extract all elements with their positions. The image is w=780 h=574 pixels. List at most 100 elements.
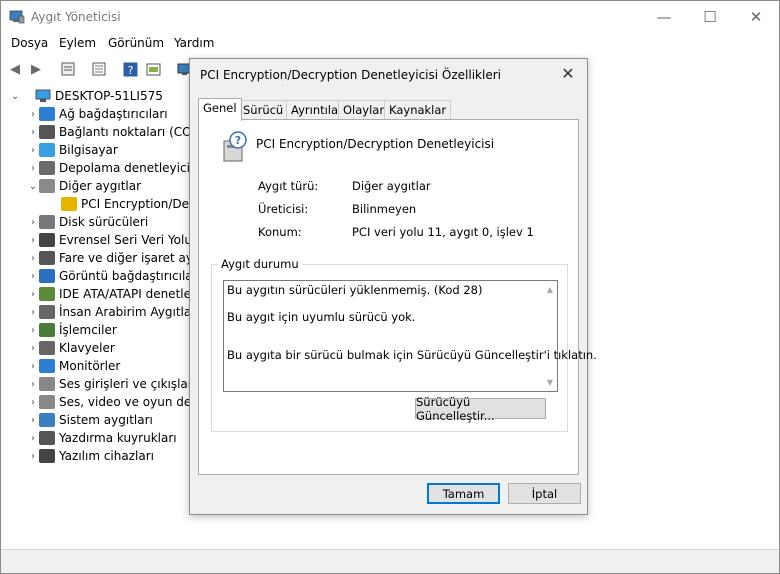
menu-dosya[interactable]: Dosya: [11, 36, 48, 50]
prop-value-manufacturer: Bilinmeyen: [352, 202, 417, 216]
maximize-button[interactable]: ☐: [687, 1, 733, 33]
device-category-icon: [39, 143, 55, 157]
scroll-down-icon[interactable]: ▼: [547, 378, 553, 387]
chevron-right-icon[interactable]: ›: [27, 415, 39, 426]
menu-bar: Dosya Eylem Görünüm Yardım: [1, 34, 779, 54]
chevron-right-icon[interactable]: ›: [27, 307, 39, 318]
warning-device-icon: [61, 197, 77, 211]
tree-item[interactable]: › Depolama denetleyicileri: [27, 159, 209, 177]
chevron-down-icon[interactable]: ⌄: [27, 181, 39, 192]
tree-item[interactable]: ⌄ Diğer aygıtlar: [27, 177, 141, 195]
tree-item-label: Disk sürücüleri: [59, 215, 149, 229]
scan-hardware-icon[interactable]: [144, 60, 162, 78]
tree-item[interactable]: › Sistem aygıtları: [27, 411, 153, 429]
device-category-icon: [39, 251, 55, 265]
tree-item[interactable]: › Monitörler: [27, 357, 120, 375]
tree-root-label: DESKTOP-51LI575: [55, 89, 163, 103]
tree-item[interactable]: › Bilgisayar: [27, 141, 118, 159]
tree-item[interactable]: › Ses, video ve oyun dene: [27, 393, 206, 411]
tree-root[interactable]: ⌄ DESKTOP-51LI575: [9, 87, 163, 105]
chevron-right-icon[interactable]: ›: [27, 289, 39, 300]
svg-text:?: ?: [127, 64, 133, 77]
tree-item[interactable]: › IDE ATA/ATAPI denetleyi: [27, 285, 201, 303]
prop-label-manufacturer: Üreticisi:: [258, 202, 309, 216]
back-arrow-icon[interactable]: ◀: [6, 60, 24, 78]
chevron-right-icon[interactable]: ›: [27, 397, 39, 408]
device-manager-icon: [9, 10, 25, 24]
scroll-up-icon[interactable]: ▲: [547, 285, 553, 294]
tree-item[interactable]: › İnsan Arabirim Aygıtlar: [27, 303, 196, 321]
chevron-right-icon[interactable]: ›: [27, 379, 39, 390]
window-title: Aygıt Yöneticisi: [31, 10, 121, 24]
menu-eylem[interactable]: Eylem: [59, 36, 96, 50]
chevron-right-icon[interactable]: ›: [27, 127, 39, 138]
tree-item[interactable]: › Bağlantı noktaları (COM: [27, 123, 202, 141]
tree-item-label: Ağ bağdaştırıcıları: [59, 107, 168, 121]
chevron-right-icon[interactable]: ›: [27, 109, 39, 120]
cancel-button[interactable]: İptal: [508, 483, 581, 504]
device-category-icon: [39, 323, 55, 337]
device-category-icon: [39, 413, 55, 427]
update-driver-button[interactable]: Sürücüyü Güncelleştir...: [415, 395, 546, 423]
list-view-icon[interactable]: [90, 60, 108, 78]
dialog-title: PCI Encryption/Decryption Denetleyicisi …: [200, 68, 501, 82]
tree-item-label: PCI Encryption/Decr: [81, 197, 201, 211]
forward-arrow-icon[interactable]: ▶: [27, 60, 45, 78]
device-category-icon: [39, 359, 55, 373]
chevron-right-icon[interactable]: ›: [27, 343, 39, 354]
close-button[interactable]: ✕: [733, 1, 779, 33]
chevron-right-icon[interactable]: ›: [27, 217, 39, 228]
tree-item[interactable]: › Evrensel Seri Veri Yolu de: [27, 231, 211, 249]
properties-dialog: PCI Encryption/Decryption Denetleyicisi …: [189, 58, 597, 515]
tree-item[interactable]: › Görüntü bağdaştırıcılar: [27, 267, 198, 285]
device-category-icon: [39, 269, 55, 283]
tab-genel[interactable]: Genel: [198, 98, 242, 121]
chevron-down-icon[interactable]: ⌄: [9, 91, 21, 102]
tree-item[interactable]: › Yazdırma kuyrukları: [27, 429, 177, 447]
chevron-right-icon[interactable]: ›: [27, 271, 39, 282]
tree-item-label: Bilgisayar: [59, 143, 118, 157]
tree-item[interactable]: › Fare ve diğer işaret aygıt: [27, 249, 209, 267]
dialog-close-button[interactable]: ✕: [557, 64, 579, 83]
device-category-icon: [39, 431, 55, 445]
tree-item[interactable]: › İşlemciler: [27, 321, 117, 339]
tab-surucu[interactable]: Sürücü: [238, 100, 289, 119]
minimize-button[interactable]: —: [641, 1, 687, 33]
chevron-right-icon[interactable]: ›: [27, 451, 39, 462]
ok-button[interactable]: Tamam: [427, 483, 500, 504]
tree-item[interactable]: › Ağ bağdaştırıcıları: [27, 105, 168, 123]
device-category-icon: [39, 449, 55, 463]
tree-item-label: Klavyeler: [59, 341, 115, 355]
help-icon[interactable]: ?: [121, 60, 139, 78]
tree-child-item[interactable]: PCI Encryption/Decr: [61, 195, 201, 213]
tab-kaynaklar[interactable]: Kaynaklar: [384, 100, 452, 119]
tab-olaylar[interactable]: Olaylar: [338, 100, 390, 119]
tree-item-label: Yazılım cihazları: [59, 449, 154, 463]
device-category-icon: [39, 377, 55, 391]
chevron-right-icon[interactable]: ›: [27, 253, 39, 264]
device-status-text[interactable]: Bu aygıtın sürücüleri yüklenmemiş. (Kod …: [223, 280, 597, 392]
tree-item[interactable]: › Disk sürücüleri: [27, 213, 148, 231]
tree-item[interactable]: › Klavyeler: [27, 339, 115, 357]
device-category-icon: [39, 161, 55, 175]
chevron-right-icon[interactable]: ›: [27, 235, 39, 246]
chevron-right-icon[interactable]: ›: [27, 145, 39, 156]
prop-label-location: Konum:: [258, 225, 302, 239]
tree-item-label: Depolama denetleyicileri: [59, 161, 209, 175]
tree-item[interactable]: › Yazılım cihazları: [27, 447, 154, 465]
status-bar: [1, 549, 779, 573]
tree-item[interactable]: › Ses girişleri ve çıkışları: [27, 375, 196, 393]
device-category-icon: [39, 215, 55, 229]
tree-item-label: Ses, video ve oyun dene: [59, 395, 207, 409]
tree-item-label: Görüntü bağdaştırıcılar: [59, 269, 198, 283]
menu-yardim[interactable]: Yardım: [174, 36, 214, 50]
tree-item-label: İnsan Arabirim Aygıtlar: [59, 305, 197, 319]
tree-item-label: Yazdırma kuyrukları: [59, 431, 177, 445]
chevron-right-icon[interactable]: ›: [27, 163, 39, 174]
chevron-right-icon[interactable]: ›: [27, 433, 39, 444]
properties-icon[interactable]: [59, 60, 77, 78]
menu-gorunum[interactable]: Görünüm: [108, 36, 164, 50]
chevron-right-icon[interactable]: ›: [27, 361, 39, 372]
general-panel: ? PCI Encryption/Decryption Denetleyicis…: [198, 119, 597, 475]
chevron-right-icon[interactable]: ›: [27, 325, 39, 336]
